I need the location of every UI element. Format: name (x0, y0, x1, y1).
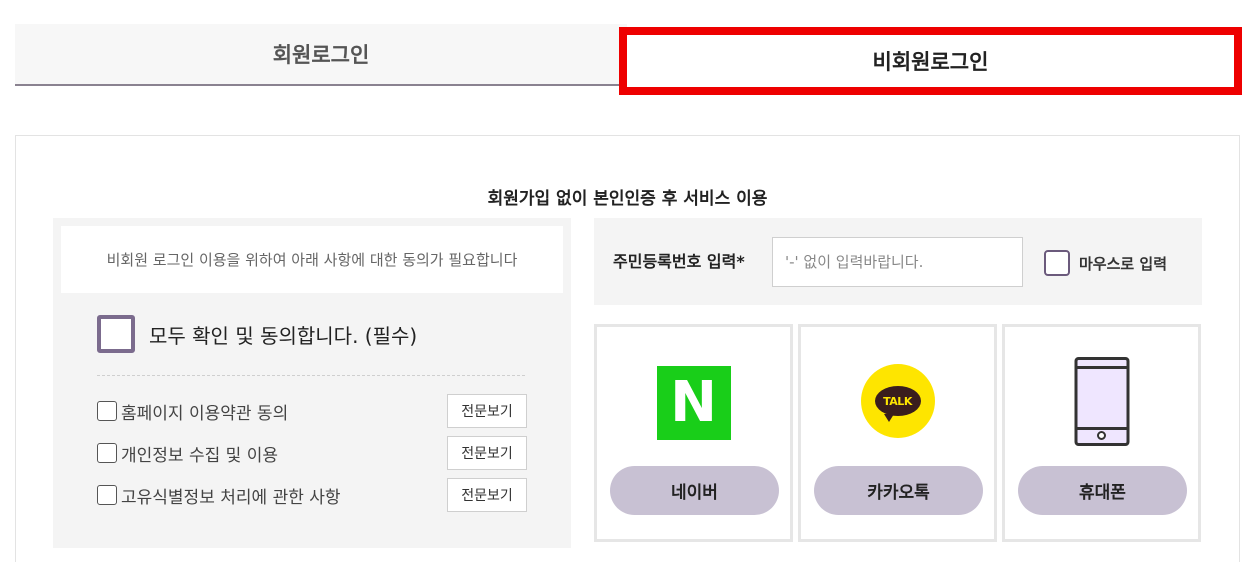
auth-card-kakao[interactable]: TALK 카카오톡 (798, 324, 997, 542)
ssn-label: 주민등록번호 입력* (613, 252, 745, 271)
agree-all-row[interactable]: 모두 확인 및 동의합니다. (필수) (97, 315, 417, 353)
kakao-bubble-icon: TALK (874, 386, 921, 422)
agreement-item-privacy: 개인정보 수집 및 이용 전문보기 (97, 436, 527, 470)
terms-label[interactable]: 홈페이지 이용약관 동의 (121, 399, 288, 424)
tab-guest-login[interactable]: 비회원로그인 (619, 27, 1242, 95)
auth-card-phone[interactable]: 휴대폰 (1002, 324, 1201, 542)
naver-auth-button[interactable]: 네이버 (610, 466, 779, 515)
agree-all-checkbox[interactable] (97, 315, 135, 353)
naver-logo-icon: N (656, 366, 731, 440)
agreement-notice: 비회원 로그인 이용을 위하여 아래 사항에 대한 동의가 필요합니다 (61, 226, 563, 293)
guest-login-panel: 회원가입 없이 본인인증 후 서비스 이용 비회원 로그인 이용을 위하여 아래… (15, 135, 1240, 562)
agreement-item-unique-id: 고유식별정보 처리에 관한 사항 전문보기 (97, 478, 527, 512)
mobile-phone-icon (1074, 357, 1129, 446)
agreement-section: 비회원 로그인 이용을 위하여 아래 사항에 대한 동의가 필요합니다 모두 확… (53, 218, 571, 548)
phone-home-button-icon (1097, 431, 1106, 440)
terms-checkbox[interactable] (97, 401, 117, 421)
view-privacy-button[interactable]: 전문보기 (447, 436, 527, 470)
mouse-input-toggle[interactable]: 마우스로 입력 (1044, 250, 1167, 276)
phone-auth-button[interactable]: 휴대폰 (1018, 466, 1187, 515)
view-terms-button[interactable]: 전문보기 (447, 394, 527, 428)
auth-card-naver[interactable]: N 네이버 (594, 324, 793, 542)
agreement-item-terms: 홈페이지 이용약관 동의 전문보기 (97, 394, 527, 428)
login-tab-bar: 회원로그인 비회원로그인 (15, 24, 1242, 95)
unique-id-label[interactable]: 고유식별정보 처리에 관한 사항 (121, 483, 341, 508)
privacy-checkbox[interactable] (97, 443, 117, 463)
agreement-divider (97, 375, 525, 376)
agree-all-label[interactable]: 모두 확인 및 동의합니다. (필수) (149, 320, 417, 349)
ssn-input[interactable] (772, 237, 1023, 287)
mouse-input-checkbox[interactable] (1044, 250, 1070, 276)
kakaotalk-logo-icon: TALK (860, 364, 935, 438)
view-unique-id-button[interactable]: 전문보기 (447, 478, 527, 512)
panel-title: 회원가입 없이 본인인증 후 서비스 이용 (487, 189, 768, 209)
unique-id-checkbox[interactable] (97, 485, 117, 505)
tab-member-login[interactable]: 회원로그인 (15, 24, 627, 86)
mouse-input-label[interactable]: 마우스로 입력 (1079, 253, 1167, 274)
kakao-auth-button[interactable]: 카카오톡 (814, 466, 983, 515)
ssn-input-section: 주민등록번호 입력* 마우스로 입력 (594, 218, 1202, 305)
privacy-label[interactable]: 개인정보 수집 및 이용 (121, 441, 278, 466)
